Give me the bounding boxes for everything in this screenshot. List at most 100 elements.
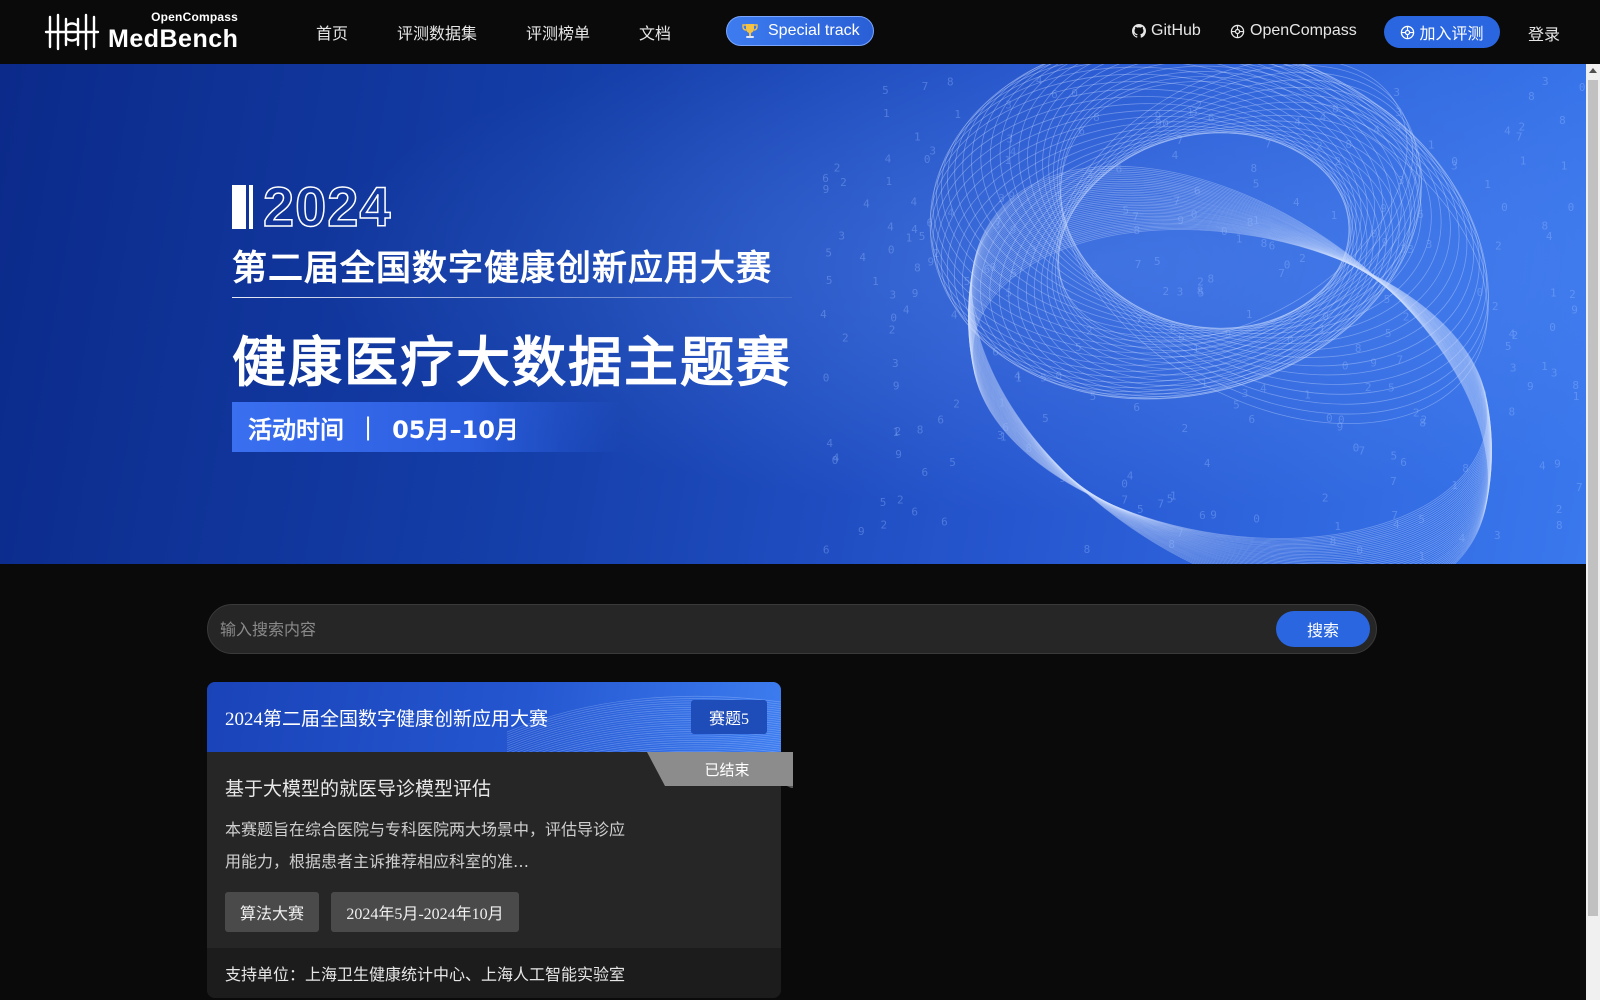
svg-text:0: 0 xyxy=(1579,81,1586,94)
join-evaluation-button[interactable]: 加入评测 xyxy=(1384,16,1500,48)
svg-text:3: 3 xyxy=(1426,238,1433,251)
svg-text:5: 5 xyxy=(1505,340,1512,353)
nav-link-home[interactable]: 首页 xyxy=(316,20,348,44)
nav-link-datasets[interactable]: 评测数据集 xyxy=(397,20,477,44)
join-label: 加入评测 xyxy=(1419,26,1484,43)
login-link[interactable]: 登录 xyxy=(1528,21,1560,45)
svg-text:0: 0 xyxy=(888,243,895,256)
svg-text:3: 3 xyxy=(1242,387,1249,400)
logo-subtitle: OpenCompass xyxy=(151,10,238,24)
svg-text:7: 7 xyxy=(1121,494,1128,507)
opencompass-icon xyxy=(1230,24,1245,38)
svg-text:9: 9 xyxy=(912,287,919,300)
svg-text:1: 1 xyxy=(883,107,890,120)
svg-text:6: 6 xyxy=(1208,112,1215,125)
event-time-separator: | xyxy=(364,413,373,441)
medbench-logo[interactable]: OpenCompass MedBench xyxy=(44,8,238,56)
svg-text:0: 0 xyxy=(1287,333,1294,346)
competition-card[interactable]: 2024第二届全国数字健康创新应用大赛 赛题5 已结束 基于大模型的就医导诊模型… xyxy=(207,682,793,998)
svg-text:4: 4 xyxy=(1293,196,1300,209)
svg-text:1: 1 xyxy=(1334,520,1341,533)
opencompass-link[interactable]: OpenCompass xyxy=(1230,22,1357,40)
svg-text:5: 5 xyxy=(1042,412,1049,425)
svg-text:5: 5 xyxy=(1040,371,1047,384)
scrollbar-thumb[interactable] xyxy=(1588,80,1598,916)
banner-subtitle: 健康医疗大数据主题赛 xyxy=(232,331,792,394)
svg-text:6: 6 xyxy=(1269,240,1276,253)
card-tags: 算法大赛 2024年5月-2024年10月 xyxy=(225,892,531,932)
svg-text:1: 1 xyxy=(1484,178,1491,191)
svg-text:3: 3 xyxy=(929,145,936,158)
svg-text:5: 5 xyxy=(1137,503,1144,516)
top-nav: OpenCompass MedBench 首页 评测数据集 评测榜单 文档 Sp… xyxy=(0,0,1600,64)
search-button[interactable]: 搜索 xyxy=(1276,611,1370,647)
svg-text:5: 5 xyxy=(1154,255,1161,268)
svg-text:8: 8 xyxy=(1261,237,1268,250)
card-title[interactable]: 基于大模型的就医导诊模型评估 xyxy=(225,774,491,801)
svg-text:2: 2 xyxy=(1163,285,1170,298)
svg-text:2: 2 xyxy=(842,332,849,345)
hero-banner[interactable]: 1557411995121322720648218853695957062051… xyxy=(0,64,1586,564)
svg-text:1: 1 xyxy=(1170,490,1177,503)
svg-text:1: 1 xyxy=(1246,308,1253,321)
svg-text:3: 3 xyxy=(1407,243,1414,256)
svg-text:3: 3 xyxy=(1494,529,1501,542)
svg-text:0: 0 xyxy=(1055,369,1062,382)
tag-category: 算法大赛 xyxy=(225,892,319,932)
tag-date-range: 2024年5月-2024年10月 xyxy=(331,892,519,932)
svg-text:6: 6 xyxy=(992,345,999,358)
svg-text:7: 7 xyxy=(1173,195,1180,208)
svg-text:2: 2 xyxy=(1495,239,1502,252)
svg-text:3: 3 xyxy=(838,229,845,242)
svg-text:4: 4 xyxy=(911,196,918,209)
svg-text:1: 1 xyxy=(1193,343,1200,356)
page-scrollbar[interactable] xyxy=(1586,64,1600,1000)
svg-text:3: 3 xyxy=(1005,98,1012,111)
special-track-button[interactable]: Special track xyxy=(726,16,874,46)
svg-text:5: 5 xyxy=(1010,267,1017,280)
svg-text:0: 0 xyxy=(990,261,997,274)
svg-text:0: 0 xyxy=(823,371,830,384)
banner-divider xyxy=(232,297,792,298)
scroll-up-arrow-icon[interactable] xyxy=(1589,68,1597,73)
svg-text:7: 7 xyxy=(1516,130,1523,143)
svg-text:1: 1 xyxy=(1573,390,1580,403)
svg-text:4: 4 xyxy=(885,152,892,165)
svg-text:0: 0 xyxy=(1480,388,1487,401)
svg-text:9: 9 xyxy=(1554,457,1561,470)
nav-link-docs[interactable]: 文档 xyxy=(639,20,671,44)
svg-text:3: 3 xyxy=(1542,75,1549,88)
svg-text:6: 6 xyxy=(922,466,929,479)
svg-text:3: 3 xyxy=(1086,168,1093,181)
svg-text:5: 5 xyxy=(1233,399,1240,412)
svg-text:4: 4 xyxy=(1204,457,1211,470)
github-link[interactable]: GitHub xyxy=(1132,22,1201,40)
svg-text:7: 7 xyxy=(1359,445,1366,458)
svg-text:8: 8 xyxy=(1462,462,1469,475)
svg-text:3: 3 xyxy=(994,219,1001,232)
svg-text:1: 1 xyxy=(914,130,921,143)
svg-text:6: 6 xyxy=(1194,184,1201,197)
svg-text:2: 2 xyxy=(1299,252,1306,265)
svg-text:5: 5 xyxy=(1388,381,1395,394)
svg-text:9: 9 xyxy=(1382,236,1389,249)
svg-text:8: 8 xyxy=(1084,543,1091,556)
svg-text:9: 9 xyxy=(823,183,830,196)
svg-text:5: 5 xyxy=(1005,287,1012,300)
event-time-value: 05月–10月 xyxy=(392,415,519,444)
svg-text:3: 3 xyxy=(1006,133,1013,146)
svg-text:9: 9 xyxy=(1155,110,1162,123)
svg-text:6: 6 xyxy=(1091,268,1098,281)
svg-text:2: 2 xyxy=(1182,422,1189,435)
svg-text:7: 7 xyxy=(1135,258,1142,271)
svg-text:5: 5 xyxy=(1418,513,1425,526)
svg-text:0: 0 xyxy=(1322,310,1329,323)
svg-text:6: 6 xyxy=(1078,124,1085,137)
svg-text:9: 9 xyxy=(1571,303,1578,316)
card-topic-badge: 赛题5 xyxy=(691,700,767,734)
nav-link-leaderboard[interactable]: 评测榜单 xyxy=(526,20,590,44)
search-input[interactable] xyxy=(220,605,1240,653)
svg-text:2: 2 xyxy=(1569,288,1576,301)
svg-text:0: 0 xyxy=(1371,228,1378,241)
svg-text:8: 8 xyxy=(1355,342,1362,355)
